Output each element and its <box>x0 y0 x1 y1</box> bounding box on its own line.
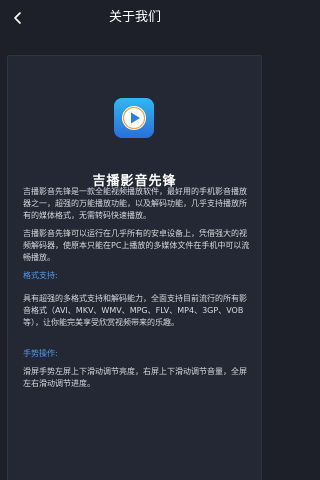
about-page: 关于我们 吉播影音先锋 吉播影音先锋是一款全能视频播放软件，最好用的手机影音播放… <box>0 0 270 480</box>
formats-title: 格式支持: <box>23 271 58 280</box>
header: 关于我们 <box>0 0 270 36</box>
play-icon <box>114 98 154 138</box>
gestures-title: 手势操作: <box>23 349 58 358</box>
app-icon <box>114 98 154 138</box>
formats-paragraph: 具有超强的多格式支持和解码能力，全面支持目前流行的所有影音格式（AVI、MKV、… <box>23 294 247 327</box>
about-card: 吉播影音先锋 吉播影音先锋是一款全能视频播放软件，最好用的手机影音播放器之一，超… <box>7 55 262 480</box>
gestures-paragraph: 滑屏手势左屏上下滑动调节亮度，右屏上下滑动调节音量，全屏左右滑动调节进度。 <box>23 367 247 388</box>
intro-paragraph-1: 吉播影音先锋是一款全能视频播放软件，最好用的手机影音播放器之一，超强的万能播放功… <box>23 187 247 220</box>
page-title: 关于我们 <box>108 10 161 25</box>
intro-paragraph-2: 吉播影音先锋可以运行在几乎所有的安卓设备上，凭借强大的视频解码器，使原本只能在P… <box>23 229 250 262</box>
